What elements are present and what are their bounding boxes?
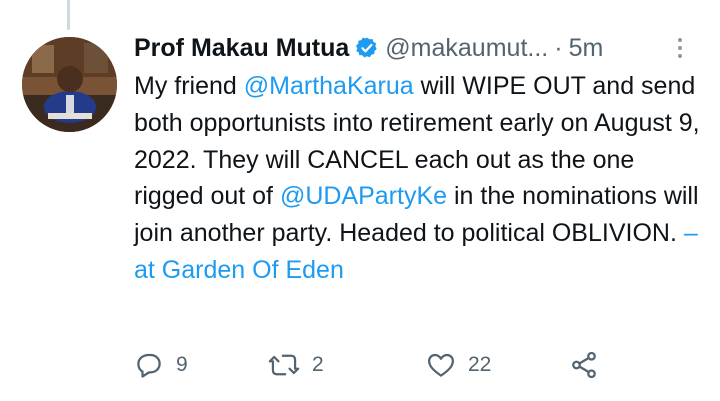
mention-link[interactable]: @UDAPartyKe bbox=[280, 182, 447, 210]
like-count: 22 bbox=[468, 353, 492, 376]
share-icon bbox=[569, 350, 599, 380]
tweet-actions: 9 2 22 bbox=[134, 347, 634, 383]
like-button[interactable]: 22 bbox=[426, 347, 491, 383]
tweet-header: Prof Makau Mutua @makaumut... · 5m bbox=[134, 28, 704, 68]
reply-icon bbox=[134, 350, 164, 380]
timestamp[interactable]: 5m bbox=[569, 34, 604, 63]
author-handle[interactable]: @makaumut... bbox=[385, 34, 548, 63]
thread-connector-line bbox=[67, 0, 70, 30]
tweet-text: My friend @MarthaKarua will WIPE OUT and… bbox=[134, 68, 704, 289]
more-options-icon[interactable] bbox=[678, 38, 686, 58]
author-name[interactable]: Prof Makau Mutua bbox=[134, 34, 349, 63]
reply-button[interactable]: 9 bbox=[134, 347, 188, 383]
reply-count: 9 bbox=[176, 353, 188, 376]
mention-link[interactable]: @MarthaKarua bbox=[244, 72, 414, 100]
separator-dot: · bbox=[554, 33, 563, 62]
tweet-content: Prof Makau Mutua @makaumut... · 5m My fr… bbox=[134, 28, 704, 289]
avatar[interactable] bbox=[22, 37, 117, 132]
avatar-photo bbox=[22, 37, 117, 132]
retweet-icon bbox=[268, 350, 300, 380]
verified-badge-icon bbox=[355, 36, 379, 60]
retweet-button[interactable]: 2 bbox=[268, 347, 324, 383]
share-button[interactable] bbox=[569, 347, 599, 383]
text-segment: My friend bbox=[134, 72, 244, 100]
heart-icon bbox=[426, 350, 456, 380]
retweet-count: 2 bbox=[312, 353, 324, 376]
